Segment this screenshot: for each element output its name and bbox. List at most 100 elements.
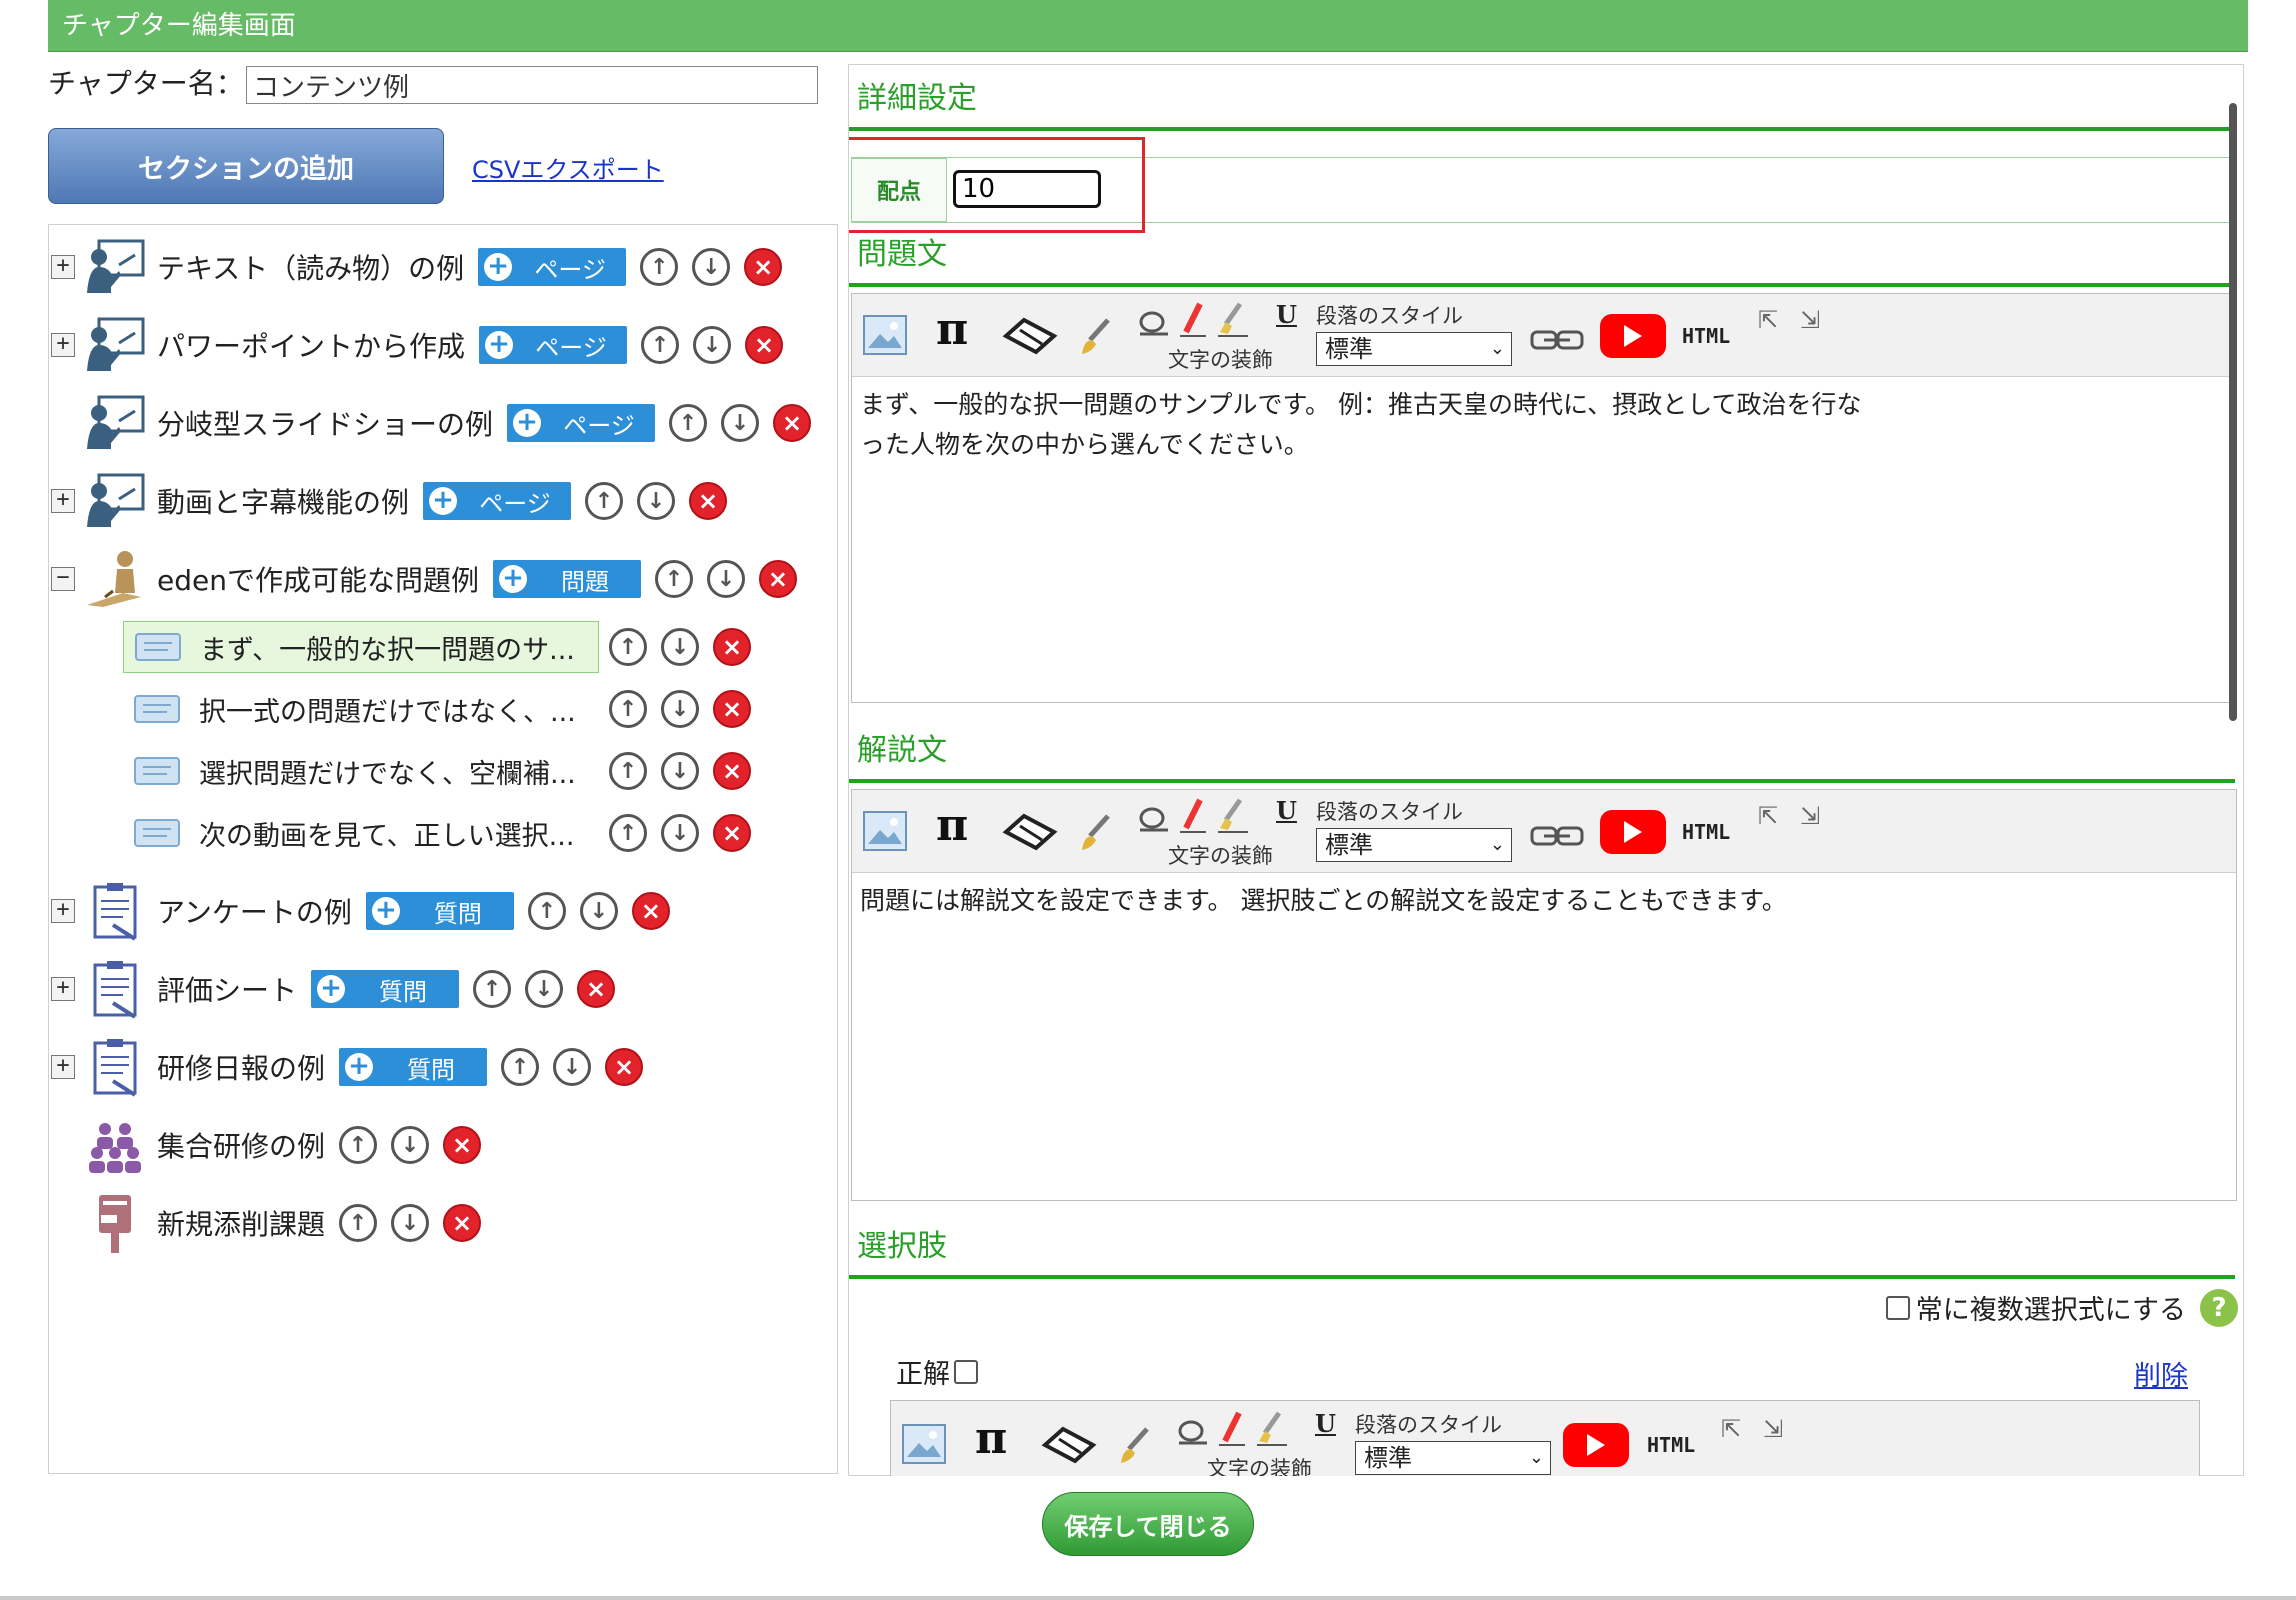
move-down-icon[interactable]: ↓ bbox=[692, 248, 731, 286]
delete-icon[interactable]: × bbox=[744, 248, 783, 286]
scrollbar-thumb[interactable] bbox=[2229, 103, 2237, 721]
move-up-icon[interactable]: ↑ bbox=[609, 752, 647, 790]
shrink-arrow-icon[interactable]: ⇲ bbox=[1800, 306, 1820, 334]
pi-formula-icon[interactable]: π bbox=[936, 304, 968, 355]
image-icon[interactable] bbox=[862, 810, 908, 852]
question-item[interactable]: 次の動画を見て、正しい選択... ↑ ↓ × bbox=[123, 807, 765, 859]
always-multiple-choice[interactable]: 常に複数選択式にする ? bbox=[1885, 1288, 2238, 1327]
delete-icon[interactable]: × bbox=[631, 892, 670, 930]
youtube-icon[interactable] bbox=[1563, 1423, 1629, 1467]
link-icon[interactable] bbox=[1530, 326, 1584, 354]
text-color-icon[interactable] bbox=[1178, 798, 1208, 834]
add-survey-question-button[interactable]: + 質問 bbox=[339, 1048, 488, 1086]
move-up-icon[interactable]: ↑ bbox=[640, 248, 679, 286]
eraser-icon[interactable] bbox=[1002, 812, 1058, 852]
tree-node-powerpoint[interactable]: + パワーポイントから作成 + ページ ↑ ↓ × bbox=[51, 315, 797, 375]
save-and-close-button[interactable]: 保存して閉じる bbox=[1042, 1492, 1254, 1556]
move-up-icon[interactable]: ↑ bbox=[339, 1126, 378, 1164]
add-survey-question-button[interactable]: + 質問 bbox=[311, 970, 460, 1008]
underline-icon[interactable]: U bbox=[1315, 1409, 1336, 1438]
move-up-icon[interactable]: ↑ bbox=[609, 690, 647, 728]
delete-icon[interactable]: × bbox=[758, 560, 797, 598]
brush-icon[interactable] bbox=[1078, 812, 1114, 852]
delete-icon[interactable]: × bbox=[773, 404, 812, 442]
csv-export-link[interactable]: CSVエクスポート bbox=[472, 150, 664, 185]
move-up-icon[interactable]: ↑ bbox=[585, 482, 624, 520]
link-icon[interactable] bbox=[1530, 822, 1584, 850]
pi-formula-icon[interactable]: π bbox=[975, 1413, 1007, 1464]
move-down-icon[interactable]: ↓ bbox=[661, 752, 699, 790]
underline-icon[interactable]: U bbox=[1276, 300, 1297, 329]
move-down-icon[interactable]: ↓ bbox=[391, 1126, 430, 1164]
expand-icon[interactable]: + bbox=[51, 255, 75, 279]
move-up-icon[interactable]: ↑ bbox=[501, 1048, 540, 1086]
move-up-icon[interactable]: ↑ bbox=[609, 628, 647, 666]
move-down-icon[interactable]: ↓ bbox=[661, 628, 699, 666]
move-down-icon[interactable]: ↓ bbox=[693, 326, 732, 364]
underline-icon[interactable]: U bbox=[1276, 796, 1297, 825]
move-down-icon[interactable]: ↓ bbox=[553, 1048, 592, 1086]
question-item[interactable]: 選択問題だけでなく、空欄補... ↑ ↓ × bbox=[123, 745, 765, 797]
text-clear-icon[interactable] bbox=[1138, 304, 1170, 338]
move-up-icon[interactable]: ↑ bbox=[654, 560, 693, 598]
expand-arrow-icon[interactable]: ⇱ bbox=[1758, 802, 1778, 830]
highlight-icon[interactable] bbox=[1216, 798, 1250, 834]
delete-icon[interactable]: × bbox=[713, 814, 751, 852]
tree-node-video-subtitles[interactable]: + 動画と字幕機能の例 + ページ ↑ ↓ × bbox=[51, 471, 741, 531]
chapter-name-input[interactable] bbox=[246, 66, 818, 104]
delete-icon[interactable]: × bbox=[689, 482, 728, 520]
expand-icon[interactable]: + bbox=[51, 977, 75, 1001]
tree-node-eden-questions[interactable]: − edenで作成可能な問題例 + 問題 ↑ ↓ × bbox=[51, 549, 811, 609]
tree-node-survey[interactable]: + アンケートの例 + 質問 ↑ ↓ × bbox=[51, 881, 684, 941]
question-text-content[interactable]: まず、一般的な択一問題のサンプルです。 例：推古天皇の時代に、摂政として政治を行… bbox=[852, 377, 1998, 473]
html-source-icon[interactable]: HTML bbox=[1682, 820, 1730, 844]
delete-icon[interactable]: × bbox=[713, 690, 751, 728]
expand-icon[interactable]: + bbox=[51, 489, 75, 513]
expand-arrow-icon[interactable]: ⇱ bbox=[1758, 306, 1778, 334]
eraser-icon[interactable] bbox=[1002, 316, 1058, 356]
move-up-icon[interactable]: ↑ bbox=[669, 404, 708, 442]
expand-icon[interactable]: + bbox=[51, 333, 75, 357]
score-input[interactable] bbox=[953, 170, 1101, 208]
move-down-icon[interactable]: ↓ bbox=[637, 482, 676, 520]
delete-icon[interactable]: × bbox=[713, 752, 751, 790]
explanation-text-content[interactable]: 問題には解説文を設定できます。 選択肢ごとの解説文を設定することもできます。 bbox=[852, 873, 1998, 929]
move-up-icon[interactable]: ↑ bbox=[641, 326, 680, 364]
move-down-icon[interactable]: ↓ bbox=[706, 560, 745, 598]
tree-node-evaluation-sheet[interactable]: + 評価シート + 質問 ↑ ↓ × bbox=[51, 959, 629, 1019]
brush-icon[interactable] bbox=[1117, 1425, 1153, 1465]
add-page-button[interactable]: + ページ bbox=[478, 248, 627, 286]
move-down-icon[interactable]: ↓ bbox=[661, 690, 699, 728]
text-color-icon[interactable] bbox=[1178, 302, 1208, 338]
image-icon[interactable] bbox=[862, 314, 908, 356]
add-page-button[interactable]: + ページ bbox=[479, 326, 628, 364]
paragraph-style-select[interactable]: 標準 ⌄ bbox=[1316, 332, 1512, 366]
move-up-icon[interactable]: ↑ bbox=[527, 892, 566, 930]
correct-answer[interactable]: 正解 bbox=[896, 1352, 984, 1391]
text-color-icon[interactable] bbox=[1217, 1411, 1247, 1447]
move-down-icon[interactable]: ↓ bbox=[661, 814, 699, 852]
expand-icon[interactable]: + bbox=[51, 1055, 75, 1079]
html-source-icon[interactable]: HTML bbox=[1647, 1433, 1695, 1457]
tree-node-text[interactable]: + テキスト（読み物）の例 + ページ ↑ ↓ × bbox=[51, 237, 796, 297]
delete-icon[interactable]: × bbox=[443, 1204, 482, 1242]
correct-checkbox[interactable] bbox=[954, 1359, 978, 1384]
pi-formula-icon[interactable]: π bbox=[936, 800, 968, 851]
collapse-icon[interactable]: − bbox=[51, 567, 75, 591]
move-up-icon[interactable]: ↑ bbox=[339, 1204, 378, 1242]
move-down-icon[interactable]: ↓ bbox=[391, 1204, 430, 1242]
question-item[interactable]: 択一式の問題だけではなく、... ↑ ↓ × bbox=[123, 683, 765, 735]
delete-icon[interactable]: × bbox=[605, 1048, 644, 1086]
eraser-icon[interactable] bbox=[1041, 1425, 1097, 1465]
delete-choice-link[interactable]: 削除 bbox=[2134, 1354, 2188, 1393]
question-item[interactable]: まず、一般的な択一問題のサ... ↑ ↓ × bbox=[123, 621, 765, 673]
paragraph-style-select[interactable]: 標準 ⌄ bbox=[1355, 1441, 1551, 1475]
delete-icon[interactable]: × bbox=[713, 628, 751, 666]
tree-node-group-training[interactable]: 集合研修の例 ↑ ↓ × bbox=[51, 1115, 495, 1175]
image-icon[interactable] bbox=[901, 1423, 947, 1465]
shrink-arrow-icon[interactable]: ⇲ bbox=[1763, 1415, 1783, 1443]
text-clear-icon[interactable] bbox=[1177, 1413, 1209, 1447]
delete-icon[interactable]: × bbox=[443, 1126, 482, 1164]
expand-icon[interactable]: + bbox=[51, 899, 75, 923]
text-clear-icon[interactable] bbox=[1138, 800, 1170, 834]
